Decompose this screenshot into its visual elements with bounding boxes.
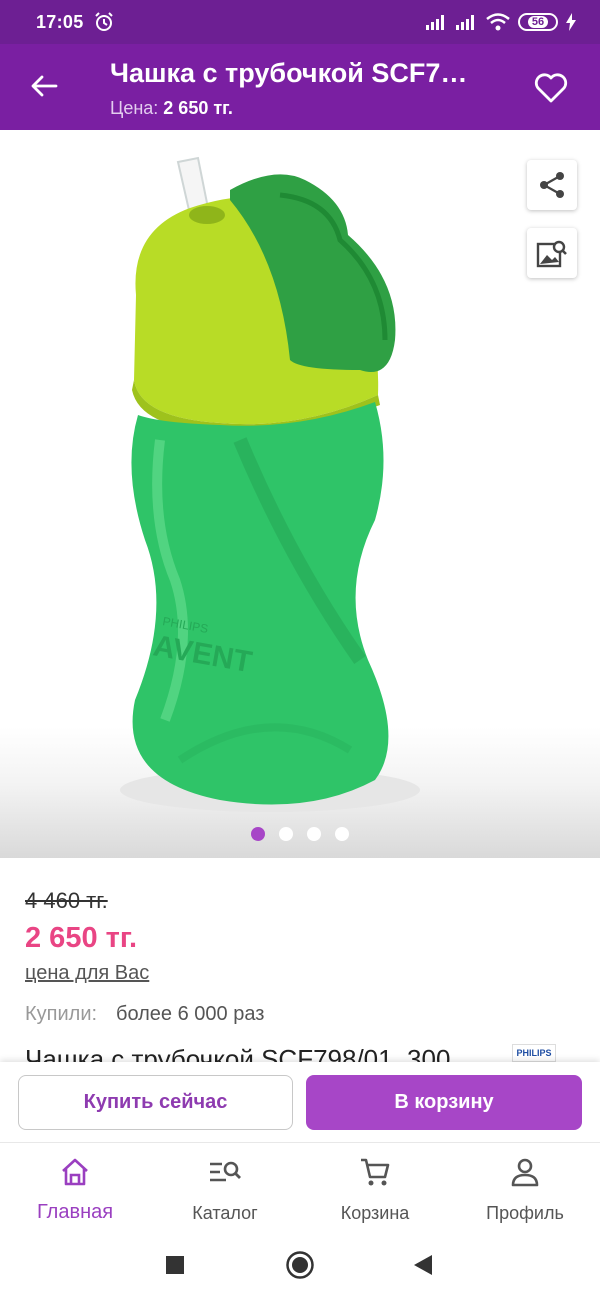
charging-icon bbox=[566, 13, 576, 31]
nav-label-catalog: Каталог bbox=[192, 1203, 258, 1223]
battery-level: 56 bbox=[527, 16, 549, 28]
nav-item-home[interactable]: Главная bbox=[0, 1143, 150, 1229]
nav-item-profile[interactable]: Профиль bbox=[450, 1143, 600, 1229]
battery-icon: 56 bbox=[518, 13, 558, 31]
image-search-button[interactable] bbox=[527, 228, 577, 278]
share-button[interactable] bbox=[527, 160, 577, 210]
pagination-dot[interactable] bbox=[279, 827, 293, 841]
back-button[interactable] bbox=[24, 66, 64, 106]
catalog-search-icon bbox=[208, 1155, 242, 1189]
nav-label-home: Главная bbox=[36, 1201, 114, 1223]
app-header: Чашка с трубочкой SCF7… Цена: 2 650 тг. bbox=[0, 44, 600, 130]
alarm-icon bbox=[94, 12, 113, 31]
header-price: Цена: 2 650 тг. bbox=[110, 98, 233, 119]
old-price: 4 460 тг. bbox=[25, 888, 108, 913]
purchase-bar: Купить сейчас В корзину bbox=[0, 1062, 600, 1142]
product-gallery[interactable]: PHILIPS AVENT bbox=[0, 130, 600, 858]
current-price: 2 650 тг. bbox=[25, 922, 138, 954]
heart-outline-icon bbox=[534, 73, 568, 103]
home-icon bbox=[58, 1155, 92, 1189]
your-price-link[interactable]: цена для Вас bbox=[25, 962, 149, 985]
recent-apps-button[interactable] bbox=[160, 1250, 190, 1280]
pagination-dot-active[interactable] bbox=[251, 827, 265, 841]
status-icons: 56 bbox=[426, 13, 576, 31]
system-navigation-bar bbox=[0, 1228, 600, 1299]
page-title: Чашка с трубочкой SCF7… bbox=[110, 58, 468, 88]
bottom-navigation: Главная Каталог Корзина Профиль bbox=[0, 1142, 600, 1228]
arrow-left-icon bbox=[31, 75, 58, 97]
buy-now-button[interactable]: Купить сейчас bbox=[18, 1075, 293, 1130]
pagination-dot[interactable] bbox=[335, 827, 349, 841]
bought-label: Купили: bbox=[25, 1003, 98, 1025]
gallery-pagination bbox=[0, 827, 600, 841]
nav-item-cart[interactable]: Корзина bbox=[300, 1143, 450, 1229]
nav-label-profile: Профиль bbox=[486, 1203, 564, 1223]
nav-label-cart: Корзина bbox=[340, 1203, 410, 1223]
signal-icon bbox=[426, 15, 444, 30]
triangle-back-icon bbox=[414, 1255, 432, 1275]
image-search-icon bbox=[536, 240, 567, 268]
back-system-button[interactable] bbox=[408, 1250, 438, 1280]
bought-value: более 6 000 раз bbox=[116, 1003, 265, 1025]
header-price-label: Цена: bbox=[110, 98, 159, 118]
signal-icon bbox=[456, 15, 474, 30]
status-time: 17:05 bbox=[36, 11, 84, 32]
profile-icon bbox=[508, 1155, 542, 1189]
home-system-button[interactable] bbox=[285, 1250, 315, 1280]
product-name: Чашка с трубочкой SCF798/01, 300 bbox=[25, 1044, 451, 1064]
add-to-cart-button[interactable]: В корзину bbox=[306, 1075, 582, 1130]
nav-item-catalog[interactable]: Каталог bbox=[150, 1143, 300, 1229]
product-image[interactable]: PHILIPS AVENT bbox=[100, 140, 420, 820]
share-icon bbox=[540, 172, 564, 198]
header-price-value: 2 650 тг. bbox=[163, 98, 233, 118]
brand-logo[interactable]: PHILIPS bbox=[512, 1044, 556, 1062]
wifi-icon bbox=[486, 13, 510, 31]
square-icon bbox=[166, 1256, 184, 1274]
favorite-button[interactable] bbox=[530, 68, 572, 108]
cart-icon bbox=[358, 1155, 392, 1189]
status-bar: 17:05 56 bbox=[0, 0, 600, 44]
circle-icon bbox=[286, 1251, 314, 1279]
pagination-dot[interactable] bbox=[307, 827, 321, 841]
